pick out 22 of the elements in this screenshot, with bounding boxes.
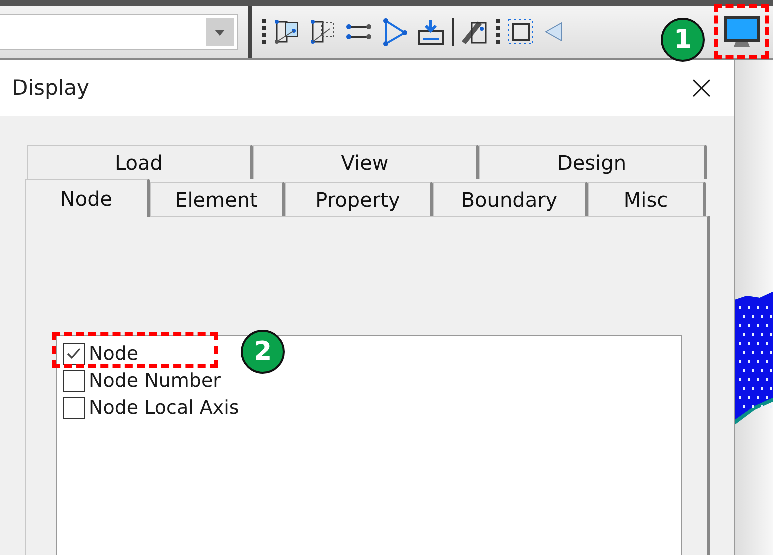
- close-button[interactable]: ×: [682, 71, 722, 105]
- tab[interactable]: Design: [479, 145, 707, 179]
- toolbar-grip-icon[interactable]: [496, 19, 500, 45]
- dialog-title: Display: [12, 76, 90, 100]
- dropdown-arrow-icon[interactable]: [206, 18, 234, 46]
- toolbar-grip-icon[interactable]: [262, 19, 266, 45]
- tab[interactable]: Misc: [588, 182, 706, 216]
- check-icon: [66, 346, 82, 362]
- tab[interactable]: Node: [25, 179, 150, 217]
- checkbox[interactable]: [63, 342, 85, 364]
- option-label: Node: [89, 342, 139, 364]
- option-label: Node Number: [89, 370, 221, 392]
- tab[interactable]: Boundary: [433, 182, 588, 216]
- tab[interactable]: Load: [27, 145, 253, 179]
- checkbox[interactable]: [63, 396, 85, 418]
- checkbox[interactable]: [63, 370, 85, 392]
- tab[interactable]: Element: [150, 182, 285, 216]
- tray-download-icon[interactable]: [416, 17, 446, 47]
- tab[interactable]: Property: [285, 182, 433, 216]
- select-box-icon[interactable]: [506, 17, 536, 47]
- option-label: Node Local Axis: [89, 396, 240, 418]
- tab[interactable]: View: [253, 145, 479, 179]
